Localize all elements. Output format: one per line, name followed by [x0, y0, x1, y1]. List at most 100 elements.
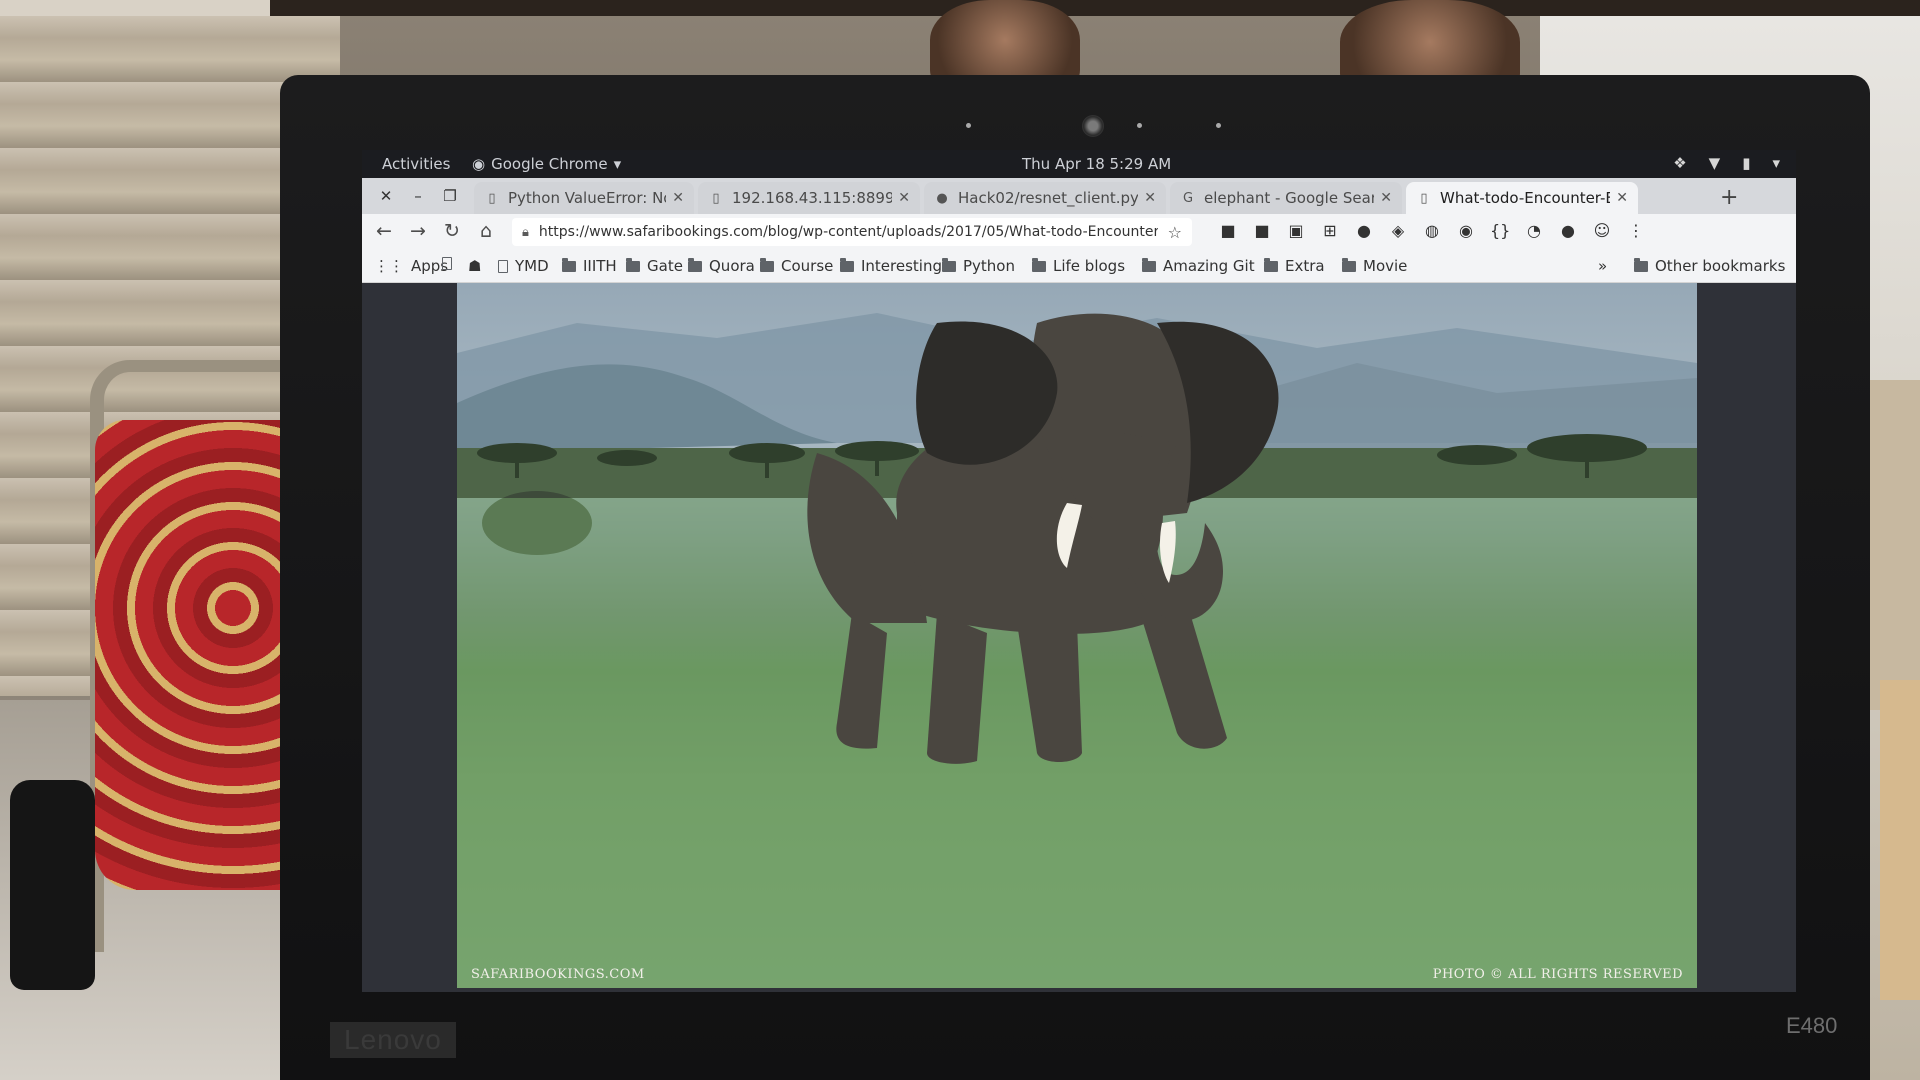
user-icon: ☗	[468, 257, 482, 275]
new-tab-button[interactable]: +	[1720, 185, 1738, 210]
table-edge	[1880, 680, 1920, 1000]
apps-shortcut[interactable]: ⋮⋮ Apps	[374, 257, 448, 275]
bookmark-folder-amazing-git[interactable]: Amazing Git	[1142, 257, 1255, 275]
extension-icon[interactable]: ◍	[1422, 221, 1442, 240]
minimize-window-icon[interactable]: –	[406, 187, 430, 205]
bookmark-label: Life blogs	[1053, 257, 1126, 275]
bookmark-label: IIITH	[583, 257, 617, 275]
bookmarks-bar: ⋮⋮ Apps ☗ YMD IIITH Gate Quora Course In…	[362, 250, 1796, 283]
extension-icon[interactable]: ●	[1354, 221, 1374, 240]
bookmark-folder-course[interactable]: Course	[760, 257, 833, 275]
extension-icon[interactable]: ◔	[1524, 221, 1544, 240]
bookmark-page[interactable]	[442, 257, 452, 270]
url-text[interactable]: https://www.safaribookings.com/blog/wp-c…	[539, 224, 1158, 240]
tab-python-valueerror[interactable]: ▯ Python ValueError: No J ✕	[474, 182, 694, 214]
battery-icon[interactable]: ▮	[1742, 154, 1750, 172]
bookmark-label: Interesting	[861, 257, 942, 275]
restore-window-icon[interactable]: ❐	[438, 187, 462, 205]
bookmark-folder-extra[interactable]: Extra	[1264, 257, 1325, 275]
chevron-down-icon[interactable]: ▾	[1772, 154, 1780, 172]
activities-button[interactable]: Activities	[382, 155, 450, 173]
chevron-down-icon: ▾	[613, 155, 622, 173]
sensor-dot	[1137, 123, 1142, 128]
home-button[interactable]: ⌂	[474, 220, 498, 242]
extension-icon[interactable]: ◉	[1456, 221, 1476, 240]
bookmark-folder-quora[interactable]: Quora	[688, 257, 755, 275]
close-tab-icon[interactable]: ✕	[1616, 190, 1628, 206]
tab-localhost[interactable]: ▯ 192.168.43.115:8899/hea ✕	[698, 182, 920, 214]
bookmark-user[interactable]: ☗	[468, 257, 481, 275]
cart-icon[interactable]: ⊞	[1320, 221, 1340, 240]
water-bottle	[10, 780, 95, 990]
bookmark-folder-iiith[interactable]: IIITH	[562, 257, 617, 275]
close-tab-icon[interactable]: ✕	[1380, 190, 1392, 206]
folder-icon	[1634, 257, 1648, 272]
laptop-model-label: E480	[1786, 1013, 1838, 1038]
laptop-brand-logo: Lenovo	[330, 1022, 456, 1058]
shield-icon[interactable]: ◈	[1388, 221, 1408, 240]
tab-title: Hack02/resnet_client.py	[958, 189, 1139, 207]
folder-icon	[1032, 257, 1046, 272]
reload-button[interactable]: ↻	[440, 220, 464, 242]
github-icon: ●	[936, 190, 948, 206]
elephant-photo[interactable]: SAFARIBOOKINGS.COM PHOTO © ALL RIGHTS RE…	[457, 283, 1697, 988]
tab-active-image[interactable]: ▯ What-todo-Encounter-El ✕	[1406, 182, 1638, 214]
close-tab-icon[interactable]: ✕	[672, 190, 684, 206]
bookmark-label: Extra	[1285, 257, 1325, 275]
folder-icon	[942, 257, 956, 272]
tab-github-resnet[interactable]: ● Hack02/resnet_client.py ✕	[924, 182, 1166, 214]
bookmark-star-icon[interactable]: ☆	[1168, 223, 1182, 242]
clock[interactable]: Thu Apr 18 5:29 AM	[1022, 155, 1171, 173]
browser-toolbar: ← → ↻ ⌂ 🔒︎ https://www.safaribookings.co…	[362, 214, 1796, 250]
folder-icon	[1142, 257, 1156, 272]
sensor-dot	[1216, 123, 1221, 128]
system-tray[interactable]: ❖ ▼ ▮ ▾	[1673, 154, 1780, 172]
close-tab-icon[interactable]: ✕	[1144, 190, 1156, 206]
bookmark-folder-life-blogs[interactable]: Life blogs	[1032, 257, 1125, 275]
other-bookmarks[interactable]: Other bookmarks	[1634, 257, 1785, 275]
bookmark-folder-interesting[interactable]: Interesting	[840, 257, 942, 275]
back-button[interactable]: ←	[372, 220, 396, 242]
menu-kebab-icon[interactable]: ⋮	[1626, 221, 1646, 240]
json-formatter-icon[interactable]: {}	[1490, 221, 1510, 240]
profile-avatar-icon[interactable]: ☺	[1592, 221, 1612, 240]
page-icon	[442, 257, 452, 270]
dropbox-icon[interactable]: ❖	[1673, 154, 1686, 172]
address-bar[interactable]: 🔒︎ https://www.safaribookings.com/blog/w…	[512, 218, 1192, 246]
ceiling-light	[0, 0, 270, 16]
bookmark-folder-movie[interactable]: Movie	[1342, 257, 1407, 275]
folder-icon	[760, 257, 774, 272]
page-icon: ▯	[1420, 190, 1428, 206]
extension-icon[interactable]: ■	[1252, 221, 1272, 240]
folder-icon	[688, 257, 702, 272]
network-icon[interactable]: ▼	[1709, 154, 1721, 172]
lock-icon[interactable]: 🔒︎	[522, 225, 529, 240]
tab-title: 192.168.43.115:8899/hea	[732, 189, 893, 207]
close-window-icon[interactable]: ✕	[374, 187, 398, 205]
bookmark-label: YMD	[515, 257, 549, 275]
bookmark-label: Gate	[647, 257, 683, 275]
folder-icon	[840, 257, 854, 272]
extension-icon[interactable]: ▣	[1286, 221, 1306, 240]
app-menu-label: Google Chrome	[491, 155, 608, 173]
page-icon: ▯	[488, 190, 496, 206]
tab-google-search[interactable]: G elephant - Google Search ✕	[1170, 182, 1402, 214]
apps-grid-icon: ⋮⋮	[374, 257, 404, 275]
google-icon: G	[1182, 190, 1194, 206]
tab-title: elephant - Google Search	[1204, 189, 1375, 207]
bookmark-label: Movie	[1363, 257, 1408, 275]
photo-credit-left: SAFARIBOOKINGS.COM	[471, 967, 645, 982]
bookmark-folder-gate[interactable]: Gate	[626, 257, 683, 275]
bookmark-folder-python[interactable]: Python	[942, 257, 1015, 275]
extension-icon[interactable]: ●	[1558, 221, 1578, 240]
bookmark-ymd[interactable]: YMD	[498, 257, 549, 275]
forward-button[interactable]: →	[406, 220, 430, 242]
chrome-icon: ◉	[472, 155, 486, 173]
app-menu[interactable]: ◉ Google Chrome ▾	[472, 155, 621, 173]
close-tab-icon[interactable]: ✕	[898, 190, 910, 206]
extension-icon[interactable]: ■	[1218, 221, 1238, 240]
bookmarks-overflow-button[interactable]: »	[1598, 257, 1607, 275]
sensor-dot	[966, 123, 971, 128]
bookmark-label: Amazing Git	[1163, 257, 1255, 275]
folder-icon	[1342, 257, 1356, 272]
